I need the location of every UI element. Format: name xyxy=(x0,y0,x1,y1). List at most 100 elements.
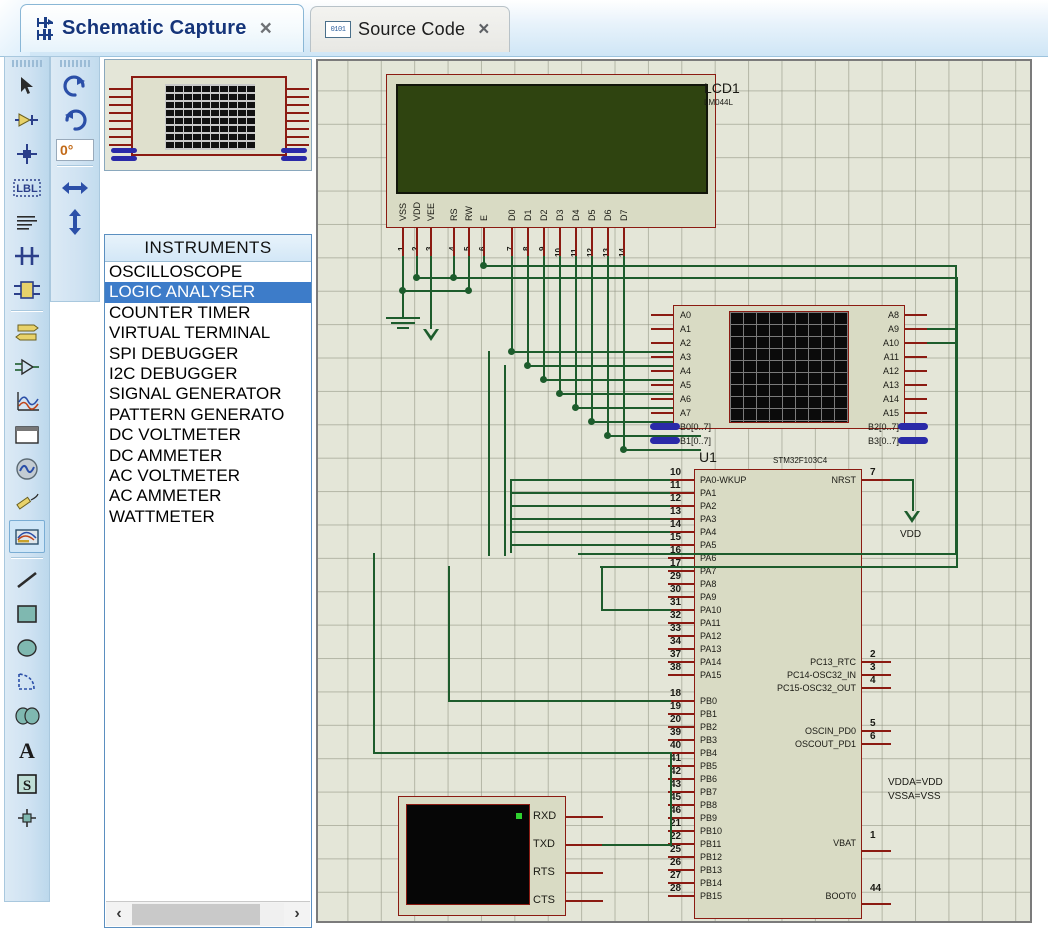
instruments-header: INSTRUMENTS xyxy=(105,235,311,262)
rotation-angle-input[interactable]: 0° xyxy=(56,139,94,161)
lcd-pin-label-vee: VEE xyxy=(426,202,436,221)
instrument-item-spi-debugger[interactable]: SPI DEBUGGER xyxy=(105,344,311,364)
tab-source-code[interactable]: 0101 Source Code × xyxy=(310,6,510,52)
mcu-pin-pa5: PA5 xyxy=(700,540,717,550)
wire-vss[interactable] xyxy=(402,256,404,291)
instrument-item-signal-generator[interactable]: SIGNAL GENERATOR xyxy=(105,384,311,404)
subcircuit-icon[interactable] xyxy=(9,273,45,306)
memory-pin-a6: A6 xyxy=(680,394,692,404)
mcu-pin-pa14: PA14 xyxy=(700,657,722,667)
tab-close-source[interactable]: × xyxy=(478,20,489,39)
svg-text:LBL: LBL xyxy=(16,183,38,195)
rotate-clockwise-icon[interactable] xyxy=(57,70,93,103)
schematic-canvas[interactable]: LCD1 LM044L VSS VDD VEE RS RW E D0 D1 D2… xyxy=(318,61,1030,921)
virtual-instruments-icon[interactable] xyxy=(9,520,45,553)
instrument-item-i2c-debugger[interactable]: I2C DEBUGGER xyxy=(105,364,311,384)
mcu-reference: U1 xyxy=(699,449,717,465)
schematic-canvas-scroll[interactable]: LCD1 LM044L VSS VDD VEE RS RW E D0 D1 D2… xyxy=(316,59,1032,923)
instrument-item-logic-analyser[interactable]: LOGIC ANALYSER xyxy=(105,282,311,303)
tab-schematic-capture[interactable]: Schematic Capture × xyxy=(20,4,304,52)
lcd-pin-label-d6: D6 xyxy=(603,209,613,221)
circle-tool-icon[interactable] xyxy=(9,631,45,664)
memory-bus-connector-left-1[interactable] xyxy=(650,423,680,430)
mcu-pin-pa1: PA1 xyxy=(700,488,717,498)
instrument-item-dc-ammeter[interactable]: DC AMMETER xyxy=(105,446,311,466)
schematic-icon xyxy=(35,16,55,41)
terminals-icon[interactable] xyxy=(9,316,45,349)
mcu-pin-pa8: PA8 xyxy=(700,579,717,589)
scroll-left-arrow-icon[interactable]: ‹ xyxy=(106,903,132,926)
instruments-horizontal-scrollbar[interactable]: ‹ › xyxy=(106,901,310,926)
scrollbar-track[interactable] xyxy=(132,902,284,926)
lcd-pin-label-d0: D0 xyxy=(507,209,517,221)
svg-text:A: A xyxy=(19,739,35,761)
component-preview-panel xyxy=(104,59,312,171)
rotation-separator xyxy=(57,165,93,167)
path-tool-icon[interactable] xyxy=(9,699,45,732)
mcu-pinnum-33: 33 xyxy=(670,623,682,634)
terminal-screen xyxy=(406,804,530,905)
mcu-pinnum-7: 7 xyxy=(870,467,876,478)
memory-pin-a3: A3 xyxy=(680,352,692,362)
memory-bus-connector-left-2[interactable] xyxy=(650,437,680,444)
instrument-item-pattern-generator[interactable]: PATTERN GENERATO xyxy=(105,405,311,425)
wire-vee[interactable] xyxy=(430,256,432,331)
junction-dot-icon[interactable] xyxy=(9,137,45,170)
component-mode-icon[interactable] xyxy=(9,103,45,136)
tape-recorder-icon[interactable] xyxy=(9,418,45,451)
marker-tool-icon[interactable] xyxy=(9,801,45,834)
wire-e-horizontal[interactable] xyxy=(483,265,957,267)
memory-bus-connector-right-2[interactable] xyxy=(898,437,928,444)
lcd-pin-label-d5: D5 xyxy=(587,209,597,221)
mcu-pin-vbat: VBAT xyxy=(833,838,856,848)
toolbar-grip[interactable] xyxy=(12,60,42,67)
mirror-vertical-icon[interactable] xyxy=(57,205,93,238)
mcu-pin-pb5: PB5 xyxy=(700,761,718,771)
instrument-item-wattmeter[interactable]: WATTMETER xyxy=(105,507,311,527)
graph-icon[interactable] xyxy=(9,384,45,417)
instrument-item-ac-ammeter[interactable]: AC AMMETER xyxy=(105,486,311,506)
lcd-pin-label-rw: RW xyxy=(464,206,474,221)
mcu-pin-pb9: PB9 xyxy=(700,813,718,823)
device-pins-icon[interactable] xyxy=(9,350,45,383)
instrument-item-counter-timer[interactable]: COUNTER TIMER xyxy=(105,303,311,323)
terminal-pin-cts: CTS xyxy=(533,894,555,906)
text-script-icon[interactable] xyxy=(9,205,45,238)
wire-label-icon[interactable]: LBL xyxy=(9,171,45,204)
tab-close-schematic[interactable]: × xyxy=(260,18,272,39)
wire-rw[interactable] xyxy=(468,256,470,291)
rotation-toolbar-grip[interactable] xyxy=(60,60,90,67)
instrument-item-virtual-terminal[interactable]: VIRTUAL TERMINAL xyxy=(105,323,311,343)
voltage-probe-icon[interactable] xyxy=(9,486,45,519)
mcu-pinnum-44: 44 xyxy=(870,883,882,894)
rotate-counterclockwise-icon[interactable] xyxy=(57,104,93,137)
arc-tool-icon[interactable] xyxy=(9,665,45,698)
memory-pin-a11: A11 xyxy=(883,352,899,362)
mcu-pin-pb8: PB8 xyxy=(700,800,718,810)
instrument-item-dc-voltmeter[interactable]: DC VOLTMETER xyxy=(105,425,311,445)
instrument-item-oscilloscope[interactable]: OSCILLOSCOPE xyxy=(105,262,311,282)
scrollbar-thumb[interactable] xyxy=(132,903,260,925)
symbol-tool-icon[interactable]: S xyxy=(9,767,45,800)
mcu-pin-pa4: PA4 xyxy=(700,527,717,537)
lcd-reference: LCD1 xyxy=(704,80,740,96)
scroll-right-arrow-icon[interactable]: › xyxy=(284,903,310,926)
line-tool-icon[interactable] xyxy=(9,563,45,596)
memory-bus-connector-right-1[interactable] xyxy=(898,423,928,430)
wire-nrst-vdd[interactable] xyxy=(890,479,914,481)
text-tool-icon[interactable]: A xyxy=(9,733,45,766)
memory-pin-a10: A10 xyxy=(882,338,899,348)
instrument-item-ac-voltmeter[interactable]: AC VOLTMETER xyxy=(105,466,311,486)
box-tool-icon[interactable] xyxy=(9,597,45,630)
terminal-pin-txd: TXD xyxy=(533,838,555,850)
selection-mode-icon[interactable] xyxy=(9,69,45,102)
mcu-pinnum-10: 10 xyxy=(670,467,682,478)
memory-pin-a8: A8 xyxy=(887,310,899,320)
generator-icon[interactable] xyxy=(9,452,45,485)
lcd-pin-label-rs: RS xyxy=(449,208,459,221)
mirror-horizontal-icon[interactable] xyxy=(57,171,93,204)
mcu-pin-nrst: NRST xyxy=(831,475,857,485)
memory-pin-a1: A1 xyxy=(680,324,692,334)
mcu-pin-pa6: PA6 xyxy=(700,553,717,563)
buses-icon[interactable] xyxy=(9,239,45,272)
